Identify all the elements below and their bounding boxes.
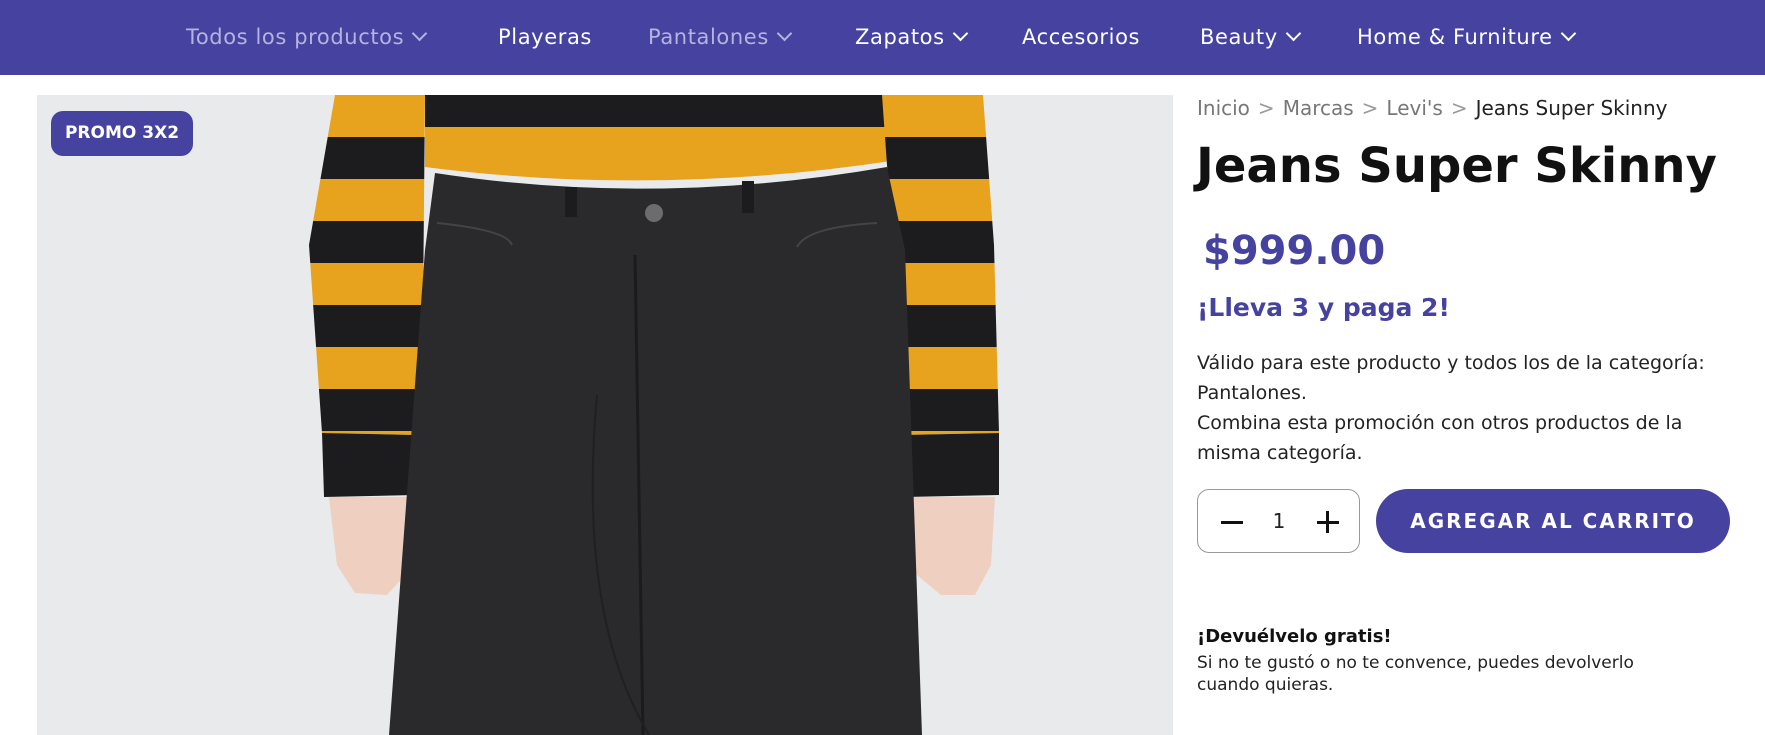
- breadcrumb-marcas[interactable]: Marcas: [1283, 96, 1354, 120]
- breadcrumb-levis[interactable]: Levi's: [1386, 96, 1442, 120]
- nav-item-label: Accesorios: [1022, 25, 1141, 49]
- nav-item-label: Pantalones: [648, 25, 769, 49]
- promo-description-line: Válido para este producto y todos los de…: [1197, 352, 1705, 404]
- quantity-stepper: [1197, 489, 1360, 553]
- nav-item-label: Beauty: [1200, 25, 1278, 49]
- nav-item-beauty[interactable]: Beauty: [1200, 0, 1302, 75]
- chevron-down-icon: [952, 25, 968, 42]
- chevron-down-icon: [411, 25, 428, 42]
- breadcrumb: Inicio > Marcas > Levi's > Jeans Super Skinny: [1197, 96, 1667, 120]
- breadcrumb-separator: >: [1257, 96, 1275, 120]
- product-photo: [37, 95, 1173, 735]
- nav-item-label: Playeras: [498, 25, 592, 49]
- minus-icon[interactable]: [1214, 504, 1250, 540]
- nav-item-label: Zapatos: [855, 25, 945, 49]
- product-image[interactable]: PROMO 3X2: [37, 95, 1173, 735]
- returns-title: ¡Devuélvelo gratis!: [1197, 626, 1392, 647]
- promo-description-line: Combina esta promoción con otros product…: [1197, 412, 1683, 464]
- chevron-down-icon: [1560, 25, 1576, 42]
- product-title: Jeans Super Skinny: [1196, 138, 1717, 194]
- breadcrumb-separator: >: [1450, 96, 1468, 120]
- nav-item-label: Todos los productos: [186, 25, 405, 49]
- breadcrumb-inicio[interactable]: Inicio: [1197, 96, 1250, 120]
- breadcrumb-separator: >: [1361, 96, 1379, 120]
- chevron-down-icon: [1285, 25, 1302, 42]
- breadcrumb-current: Jeans Super Skinny: [1475, 96, 1668, 120]
- nav-item-label: Home & Furniture: [1357, 25, 1553, 49]
- promo-headline: ¡Lleva 3 y paga 2!: [1197, 293, 1450, 322]
- nav-item-zapatos[interactable]: Zapatos: [855, 0, 968, 75]
- top-navigation: Todos los productos Playeras Pantalones …: [0, 0, 1765, 75]
- nav-item-pantalones[interactable]: Pantalones: [648, 0, 793, 75]
- plus-icon[interactable]: [1310, 504, 1346, 540]
- nav-item-home-furniture[interactable]: Home & Furniture: [1357, 0, 1576, 75]
- chevron-down-icon: [776, 25, 793, 42]
- nav-item-todos-los-productos[interactable]: Todos los productos: [186, 0, 428, 75]
- promo-badge: PROMO 3X2: [51, 111, 193, 156]
- nav-item-playeras[interactable]: Playeras: [498, 0, 592, 75]
- quantity-input[interactable]: [1256, 490, 1302, 552]
- returns-description: Si no te gustó o no te convence, puedes …: [1197, 653, 1634, 695]
- nav-item-accesorios[interactable]: Accesorios: [1022, 0, 1140, 75]
- promo-description: Válido para este producto y todos los de…: [1197, 348, 1737, 468]
- add-to-cart-button[interactable]: AGREGAR AL CARRITO: [1376, 489, 1730, 553]
- product-price: $999.00: [1203, 228, 1386, 274]
